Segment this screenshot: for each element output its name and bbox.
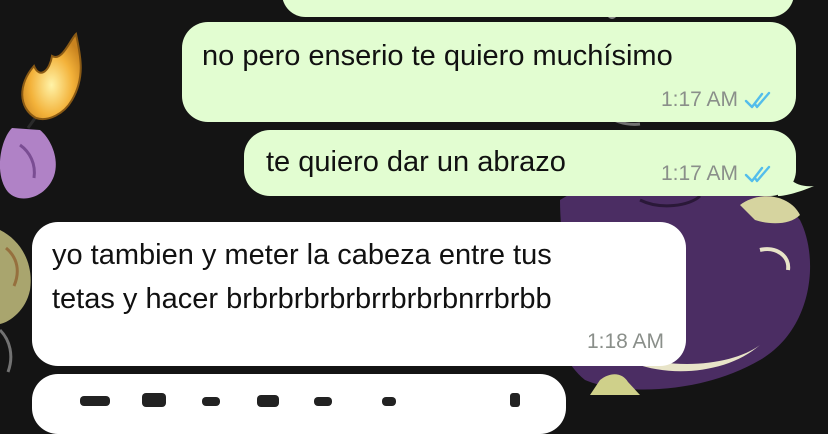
cut-off-message-text (80, 393, 520, 407)
message-bubble-outgoing[interactable]: no pero enserio te quiero muchísimo 1:17… (182, 22, 796, 122)
message-timestamp: 1:17 AM (660, 162, 738, 185)
message-timestamp: 1:17 AM (660, 88, 738, 111)
double-check-icon (744, 91, 771, 109)
message-text: te quiero dar un abrazo (266, 146, 566, 178)
message-timestamp: 1:18 AM (586, 330, 664, 353)
message-bubble-incoming-partial[interactable] (32, 374, 566, 434)
message-bubble-outgoing[interactable]: te quiero dar un abrazo 1:17 AM (244, 130, 796, 196)
candle-doodle (0, 31, 82, 199)
message-text-line: tetas y hacer brbrbrbrbrbrrbrbrbnrrbrbb (52, 283, 552, 315)
message-text: no pero enserio te quiero muchísimo (202, 40, 673, 72)
message-meta: 1:17 AM (661, 162, 774, 186)
bubble-tail (778, 160, 814, 196)
message-meta: 1:18 AM (587, 330, 664, 354)
double-check-icon (744, 165, 771, 183)
message-bubble-outgoing-partial[interactable] (282, 0, 794, 17)
message-bubble-incoming[interactable]: yo tambien y meter la cabeza entre tus t… (32, 222, 686, 366)
message-meta: 1:17 AM (661, 88, 774, 112)
message-text-line: yo tambien y meter la cabeza entre tus (52, 239, 552, 271)
